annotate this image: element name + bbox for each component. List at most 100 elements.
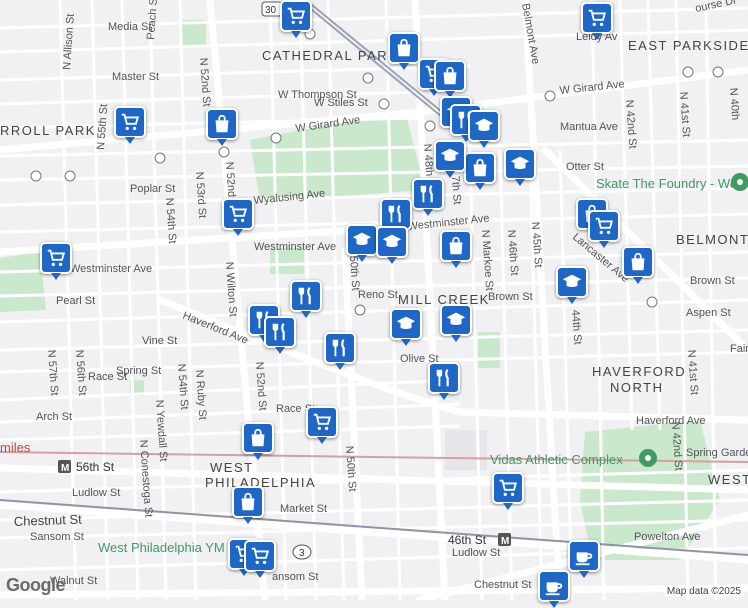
cafe-marker[interactable]	[568, 540, 600, 572]
street-44th: 44th St	[569, 309, 583, 345]
restaurant-marker[interactable]	[264, 316, 296, 348]
store-marker[interactable]	[440, 230, 472, 262]
school-marker[interactable]	[556, 266, 588, 298]
store-marker[interactable]	[622, 246, 654, 278]
grocery-marker[interactable]	[581, 2, 613, 34]
graduation-cap-icon	[396, 316, 416, 330]
neighborhood-north: NORTH	[610, 380, 663, 395]
map-attribution[interactable]: Map data ©2025	[663, 586, 744, 597]
place-ymca: West Philadelphia YM	[98, 540, 225, 555]
map-canvas[interactable]: CATHEDRAL PARK EAST PARKSIDE RROLL PARK …	[0, 0, 748, 600]
street-reno: Reno St	[358, 289, 398, 301]
neighborhood-west: WEST	[210, 460, 254, 475]
street-girard-east: W Girard Ave	[559, 78, 625, 97]
school-marker[interactable]	[504, 148, 536, 180]
shopping-cart-icon	[251, 547, 270, 565]
street-conestoga: N Conestoga St	[137, 439, 154, 517]
transit-46th[interactable]: 46th St M	[448, 533, 511, 547]
grocery-marker[interactable]	[222, 198, 254, 230]
street-40th: N 40th	[727, 87, 741, 120]
store-marker[interactable]	[388, 32, 420, 64]
grocery-marker[interactable]	[492, 472, 524, 504]
street-course: ourse Dr	[694, 0, 738, 15]
school-marker[interactable]	[440, 304, 472, 336]
coffee-cup-icon	[575, 552, 593, 566]
street-ludlow-east: Ludlow St	[452, 547, 500, 559]
shopping-bag-icon	[631, 252, 645, 271]
street-brown-center: Brown St	[488, 291, 533, 303]
street-chestnut-east: Chestnut St	[474, 579, 531, 591]
shopping-bag-icon	[241, 492, 255, 511]
fork-knife-icon	[298, 286, 311, 305]
grocery-marker[interactable]	[40, 242, 72, 274]
street-yewdall: N Yewdall St	[153, 399, 169, 461]
coffee-cup-icon	[545, 582, 563, 596]
store-marker[interactable]	[232, 486, 264, 518]
route-shield-3: 3	[292, 544, 312, 560]
street-ludlow-west: Ludlow St	[72, 487, 120, 499]
svg-text:M: M	[501, 536, 509, 547]
street-peach: Peach St	[145, 0, 160, 40]
school-marker[interactable]	[390, 308, 422, 340]
street-wilton: N Wilton St	[223, 261, 239, 317]
svg-text:M: M	[61, 463, 69, 474]
grocery-marker[interactable]	[244, 540, 276, 572]
graduation-cap-icon	[446, 312, 466, 326]
street-54th-low: N 54th St	[175, 363, 190, 410]
street-master: Master St	[112, 71, 159, 83]
street-53rd: N 53rd St	[193, 171, 208, 218]
shopping-bag-icon	[473, 158, 487, 177]
restaurant-marker[interactable]	[428, 362, 460, 394]
transit-46th-label: 46th St	[448, 533, 487, 547]
school-marker[interactable]	[434, 140, 466, 172]
svg-text:30: 30	[265, 5, 277, 16]
street-arch: Arch St	[36, 411, 72, 423]
grocery-marker[interactable]	[280, 0, 312, 32]
shopping-bag-icon	[397, 38, 411, 57]
grocery-marker[interactable]	[306, 406, 338, 438]
shopping-cart-icon	[287, 7, 306, 25]
grocery-marker[interactable]	[588, 210, 620, 242]
street-westminster-far: Westminster Ave	[70, 263, 152, 275]
graduation-cap-icon	[510, 156, 530, 170]
street-allison: N Allison St	[61, 13, 77, 70]
store-marker[interactable]	[206, 108, 238, 140]
school-marker[interactable]	[468, 110, 500, 142]
shopping-bag-icon	[215, 114, 229, 133]
street-otter: Otter St	[566, 161, 604, 173]
school-marker[interactable]	[376, 226, 408, 258]
street-westminster-west: Westminster Ave	[254, 241, 336, 253]
restaurant-marker[interactable]	[412, 178, 444, 210]
neighborhood-east-parkside: EAST PARKSIDE	[628, 38, 748, 53]
neighborhood-west-east: WEST	[708, 472, 748, 487]
transit-56th[interactable]: M 56th St	[58, 460, 115, 474]
cafe-marker[interactable]	[538, 570, 570, 602]
street-45th: N 45th St	[529, 221, 544, 268]
street-aspen: Aspen St	[686, 307, 731, 319]
street-54th: N 54th St	[163, 197, 178, 244]
green-pin-vidas[interactable]	[639, 449, 657, 467]
street-race-west: Race St	[88, 371, 127, 383]
store-marker[interactable]	[242, 422, 274, 454]
street-chestnut-west: Chestnut St	[14, 512, 83, 529]
street-market: Market St	[280, 503, 327, 515]
transit-56th-label: 56th St	[76, 460, 115, 474]
street-sansom-center: ansom St	[272, 571, 318, 583]
street-vine: Vine St	[142, 335, 177, 347]
street-mantua: Mantua Ave	[560, 121, 618, 133]
store-marker[interactable]	[464, 152, 496, 184]
street-poplar: Poplar St	[130, 183, 175, 195]
restaurant-marker[interactable]	[290, 280, 322, 312]
street-47th: 7th St	[449, 175, 463, 205]
shopping-bag-icon	[251, 428, 265, 447]
street-50th: N 50th St	[343, 445, 358, 492]
street-52nd-low: N 52nd St	[253, 361, 268, 411]
shopping-cart-icon	[47, 249, 66, 267]
restaurant-marker[interactable]	[324, 332, 356, 364]
street-fairm: Fairm	[730, 343, 748, 355]
street-stiles: W Stiles St	[314, 97, 368, 109]
school-marker[interactable]	[346, 224, 378, 256]
grocery-marker[interactable]	[114, 106, 146, 138]
street-sansom-west: Sansom St	[30, 531, 84, 543]
store-marker[interactable]	[434, 60, 466, 92]
